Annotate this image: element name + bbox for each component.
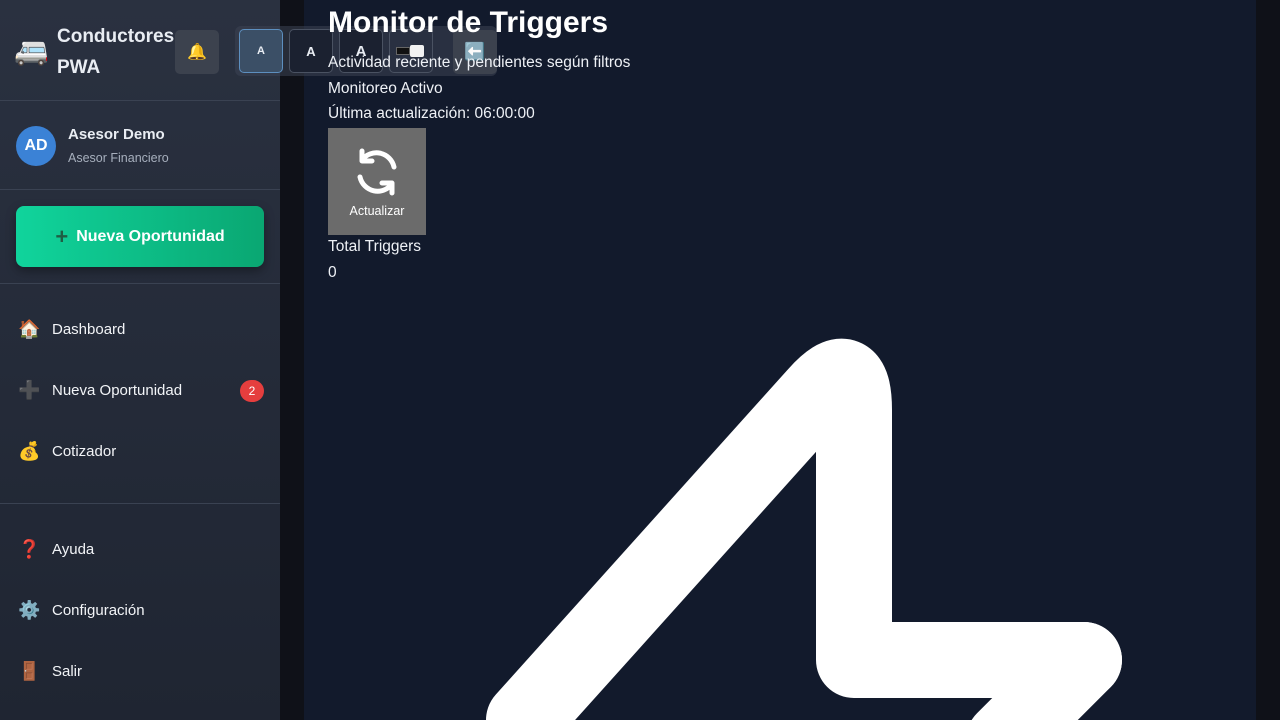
user-profile: AD Asesor Demo Asesor Financiero [0, 101, 280, 190]
house-icon: 🏠 [18, 319, 41, 339]
gear-icon: ⚙️ [18, 600, 41, 620]
user-role: Asesor Financiero [68, 151, 169, 165]
question-icon: ❓ [18, 539, 41, 559]
right-gutter [1256, 0, 1280, 720]
sidebar-item-logout[interactable]: 🚪 Salir [0, 641, 280, 702]
page-title: Monitor de Triggers [328, 6, 609, 39]
font-size-medium-button[interactable]: A [289, 29, 333, 73]
refresh-label: Actualizar [349, 204, 405, 218]
money-bag-icon: 💰 [18, 441, 41, 461]
sidebar-item-label: Configuración [52, 602, 145, 619]
page-subtitle: Actividad reciente y pendientes según fi… [328, 54, 631, 71]
sidebar-item-dashboard[interactable]: 🏠 Dashboard [0, 299, 280, 360]
main-gutter [280, 0, 304, 720]
refresh-icon [357, 148, 397, 196]
sidebar-item-label: Dashboard [52, 321, 126, 338]
user-name: Asesor Demo [68, 126, 165, 143]
app-title: Conductores PWA [57, 26, 175, 78]
sidebar-item-label: Salir [52, 663, 83, 680]
refresh-button[interactable]: Actualizar [328, 128, 426, 235]
sidebar-item-new-opportunity[interactable]: ➕ Nueva Oportunidad 2 [0, 360, 280, 421]
last-update-text: Última actualización: 06:00:00 [328, 105, 535, 122]
monitor-status: Monitoreo Activo [328, 80, 443, 97]
font-size-small-button[interactable]: A [239, 29, 283, 73]
plus-icon: ➕ [18, 380, 41, 400]
nav-divider [0, 503, 280, 504]
total-triggers-value: 0 [328, 264, 337, 281]
cta-section: + Nueva Oportunidad [0, 190, 280, 284]
notification-badge: 2 [240, 379, 264, 402]
sidebar-item-label: Cotizador [52, 443, 117, 460]
new-opportunity-label: Nueva Oportunidad [76, 227, 225, 245]
notifications-button[interactable]: 🔔 [175, 30, 219, 74]
new-opportunity-button[interactable]: + Nueva Oportunidad [16, 206, 264, 267]
sidebar: 🚐 Conductores PWA AD Asesor Demo Asesor … [0, 0, 280, 720]
bell-icon: 🔔 [187, 44, 207, 61]
sidebar-item-quoter[interactable]: 💰 Cotizador [0, 421, 280, 482]
sidebar-item-label: Ayuda [52, 541, 95, 558]
sidebar-item-settings[interactable]: ⚙️ Configuración [0, 580, 280, 641]
van-icon: 🚐 [14, 35, 49, 66]
sidebar-item-help[interactable]: ❓ Ayuda [0, 519, 280, 580]
avatar: AD [16, 126, 56, 166]
plus-icon: + [55, 223, 69, 249]
total-triggers-label: Total Triggers [328, 238, 422, 255]
sidebar-item-label: Nueva Oportunidad [52, 382, 183, 399]
door-icon: 🚪 [18, 661, 41, 681]
